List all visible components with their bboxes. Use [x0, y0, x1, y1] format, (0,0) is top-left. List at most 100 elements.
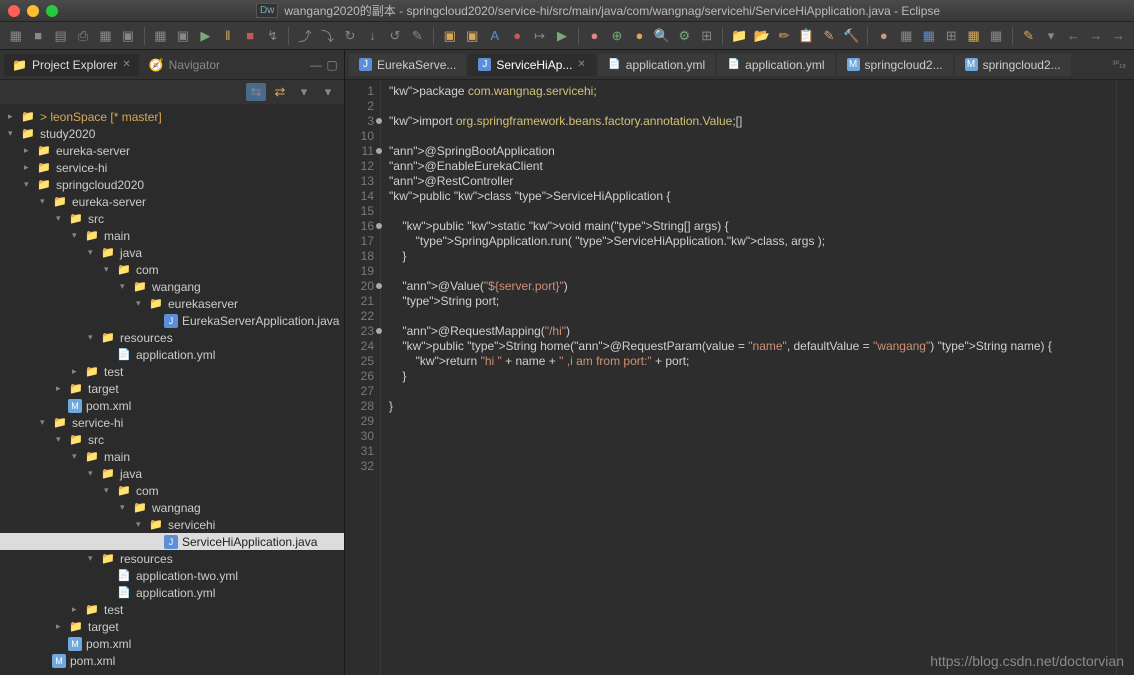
twisty-icon[interactable]: ▾: [120, 502, 132, 513]
toolbar-button[interactable]: ■: [28, 26, 47, 46]
twisty-icon[interactable]: ▾: [120, 281, 132, 292]
close-icon[interactable]: ✕: [577, 59, 585, 70]
toolbar-button[interactable]: ▦: [897, 26, 916, 46]
toolbar-button[interactable]: ▦: [96, 26, 115, 46]
tree-item[interactable]: ▸📁test: [0, 601, 344, 618]
code-editor[interactable]: 1231011121314151617181920212223242526272…: [345, 80, 1134, 675]
toolbar-button[interactable]: ‖: [218, 26, 237, 46]
toolbar-button[interactable]: ↻: [340, 26, 359, 46]
link-editor-icon[interactable]: ⇄: [270, 83, 290, 101]
toolbar-button[interactable]: ⤵: [318, 26, 337, 46]
tree-item[interactable]: Mpom.xml: [0, 635, 344, 652]
editor-tab[interactable]: JServiceHiAp...✕: [468, 54, 595, 76]
tree-item[interactable]: ▾📁main: [0, 448, 344, 465]
tree-item[interactable]: ▾📁servicehi: [0, 516, 344, 533]
tree-item[interactable]: ▾📁service-hi: [0, 414, 344, 431]
tree-item[interactable]: ▾📁java: [0, 465, 344, 482]
view-menu-icon[interactable]: ▾: [318, 83, 338, 101]
toolbar-button[interactable]: ▦: [151, 26, 170, 46]
toolbar-button[interactable]: 🔍: [652, 26, 671, 46]
twisty-icon[interactable]: ▾: [56, 434, 68, 445]
toolbar-button[interactable]: ✎: [1019, 26, 1038, 46]
twisty-icon[interactable]: ▾: [72, 230, 84, 241]
minimize-window-button[interactable]: [27, 5, 39, 17]
toolbar-button[interactable]: ●: [874, 26, 893, 46]
tree-item[interactable]: ▾📁eurekaserver: [0, 295, 344, 312]
toolbar-button[interactable]: ✏: [774, 26, 793, 46]
toolbar-button[interactable]: ●: [630, 26, 649, 46]
toolbar-button[interactable]: ▦: [6, 26, 25, 46]
tree-item[interactable]: JServiceHiApplication.java: [0, 533, 344, 550]
editor-tab[interactable]: Mspringcloud2...: [837, 54, 953, 76]
twisty-icon[interactable]: ▸: [72, 604, 84, 615]
filter-icon[interactable]: ▾: [294, 83, 314, 101]
close-window-button[interactable]: [8, 5, 20, 17]
twisty-icon[interactable]: ▾: [136, 519, 148, 530]
tree-item[interactable]: ▾📁resources: [0, 550, 344, 567]
toolbar-button[interactable]: ▦: [919, 26, 938, 46]
tree-item[interactable]: Mpom.xml: [0, 397, 344, 414]
toolbar-button[interactable]: ↺: [385, 26, 404, 46]
editor-tab[interactable]: Mspringcloud2...: [955, 54, 1071, 76]
tree-item[interactable]: 📄application.yml: [0, 584, 344, 601]
close-icon[interactable]: ✕: [122, 59, 130, 70]
toolbar-button[interactable]: ⊞: [941, 26, 960, 46]
toolbar-button[interactable]: ▶: [196, 26, 215, 46]
toolbar-button[interactable]: ▦: [964, 26, 983, 46]
tree-item[interactable]: ▸📁service-hi: [0, 159, 344, 176]
tab-overflow-indicator[interactable]: ³⁰₁₈: [1113, 59, 1130, 70]
editor-tab[interactable]: JEurekaServe...: [349, 54, 466, 76]
toolbar-button[interactable]: ▾: [1041, 26, 1060, 46]
twisty-icon[interactable]: ▸: [8, 111, 20, 122]
toolbar-button[interactable]: 📂: [752, 26, 771, 46]
tree-item[interactable]: ▾📁study2020: [0, 125, 344, 142]
toolbar-button[interactable]: ⤴: [295, 26, 314, 46]
toolbar-button[interactable]: ▶: [552, 26, 571, 46]
toolbar-button[interactable]: ▣: [118, 26, 137, 46]
toolbar-button[interactable]: 📁: [729, 26, 748, 46]
toolbar-button[interactable]: ↓: [363, 26, 382, 46]
tree-item[interactable]: ▾📁eureka-server: [0, 193, 344, 210]
twisty-icon[interactable]: ▾: [8, 128, 20, 139]
tree-item[interactable]: ▾📁resources: [0, 329, 344, 346]
project-tree[interactable]: ▸📁> leonSpace [* master]▾📁study2020▸📁eur…: [0, 104, 344, 675]
toolbar-button[interactable]: ⊞: [697, 26, 716, 46]
maximize-window-button[interactable]: [46, 5, 58, 17]
overview-ruler[interactable]: [1116, 80, 1134, 675]
tree-item[interactable]: Mpom.xml: [0, 652, 344, 669]
twisty-icon[interactable]: ▾: [104, 264, 116, 275]
toolbar-button[interactable]: →: [1109, 26, 1128, 46]
toolbar-button[interactable]: ●: [585, 26, 604, 46]
tree-item[interactable]: ▾📁com: [0, 261, 344, 278]
toolbar-button[interactable]: ↯: [263, 26, 282, 46]
toolbar-button[interactable]: ▤: [51, 26, 70, 46]
tree-item[interactable]: ▾📁src: [0, 431, 344, 448]
tree-item[interactable]: ▾📁src: [0, 210, 344, 227]
tree-item[interactable]: ▾📁wangnag: [0, 499, 344, 516]
code-content[interactable]: "kw">package com.wangnag.servicehi; "kw"…: [381, 80, 1116, 675]
twisty-icon[interactable]: ▸: [72, 366, 84, 377]
minimize-icon[interactable]: —: [308, 57, 324, 73]
twisty-icon[interactable]: ▾: [72, 451, 84, 462]
tree-item[interactable]: 📄application.yml: [0, 346, 344, 363]
toolbar-button[interactable]: ↦: [530, 26, 549, 46]
tree-item[interactable]: ▸📁test: [0, 363, 344, 380]
toolbar-button[interactable]: ●: [507, 26, 526, 46]
maximize-icon[interactable]: ▢: [324, 57, 340, 73]
toolbar-button[interactable]: →: [1086, 26, 1105, 46]
toolbar-button[interactable]: ▦: [986, 26, 1005, 46]
tree-item[interactable]: ▾📁wangang: [0, 278, 344, 295]
collapse-all-icon[interactable]: ⇆: [246, 83, 266, 101]
twisty-icon[interactable]: ▾: [88, 553, 100, 564]
toolbar-button[interactable]: ✎: [408, 26, 427, 46]
toolbar-button[interactable]: A: [485, 26, 504, 46]
tree-item[interactable]: ▾📁springcloud2020: [0, 176, 344, 193]
tab-navigator[interactable]: 🧭 Navigator: [141, 54, 228, 76]
toolbar-button[interactable]: ▣: [463, 26, 482, 46]
tree-item[interactable]: JEurekaServerApplication.java: [0, 312, 344, 329]
twisty-icon[interactable]: ▸: [24, 162, 36, 173]
twisty-icon[interactable]: ▾: [88, 247, 100, 258]
toolbar-button[interactable]: ▣: [173, 26, 192, 46]
twisty-icon[interactable]: ▸: [56, 621, 68, 632]
twisty-icon[interactable]: ▾: [104, 485, 116, 496]
